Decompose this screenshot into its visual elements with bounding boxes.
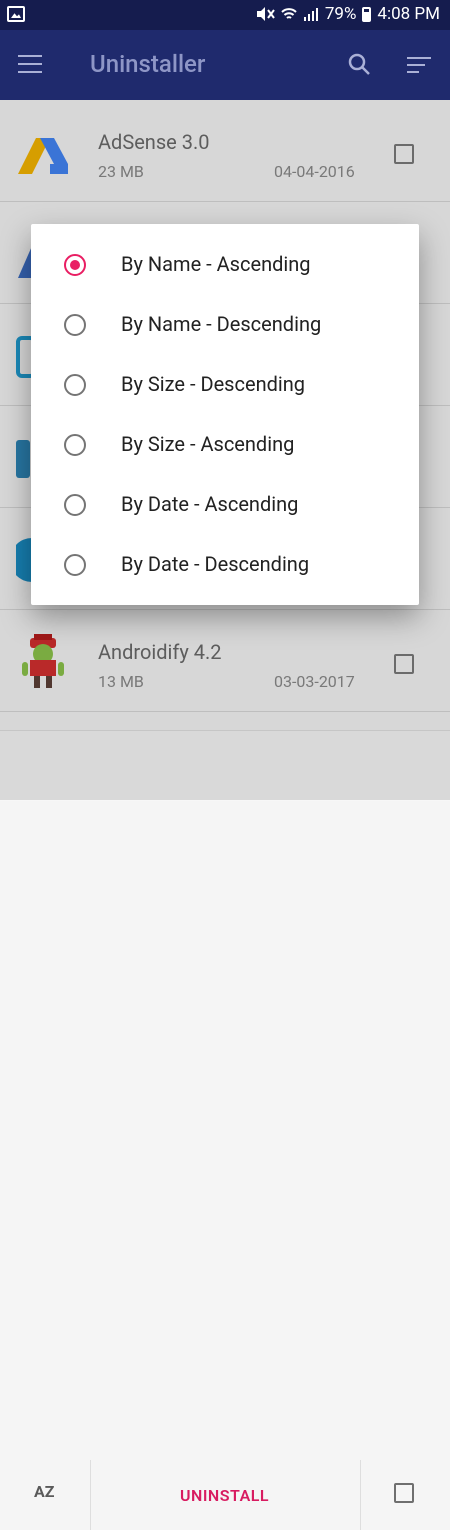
sort-option-label: By Size - Descending: [121, 372, 306, 396]
signal-icon: [303, 8, 318, 21]
wifi-icon: [281, 8, 297, 19]
az-sort-label: AZ: [34, 1482, 55, 1501]
sort-option-label: By Date - Descending: [121, 552, 310, 576]
sort-option-label: By Date - Ascending: [121, 492, 299, 516]
divider: [360, 1460, 361, 1530]
select-all-checkbox[interactable]: [394, 1483, 414, 1503]
status-bar: 79% 4:08 PM: [0, 0, 450, 30]
sort-icon[interactable]: [407, 57, 431, 77]
sort-option-label: By Name - Ascending: [121, 252, 311, 276]
sort-option-name-asc[interactable]: By Name - Ascending: [31, 236, 419, 296]
battery-percent: 79%: [324, 4, 357, 24]
sort-option-size-asc[interactable]: By Size - Ascending: [31, 416, 419, 476]
radio-button[interactable]: [64, 494, 86, 516]
app-toolbar: Uninstaller: [0, 30, 450, 100]
sort-option-label: By Name - Descending: [121, 312, 322, 336]
sort-option-label: By Size - Ascending: [121, 432, 295, 456]
sort-dialog: By Name - Ascending By Name - Descending…: [31, 224, 419, 605]
mute-icon: [256, 7, 275, 21]
clock: 4:08 PM: [377, 4, 440, 24]
sort-option-date-asc[interactable]: By Date - Ascending: [31, 476, 419, 536]
search-icon[interactable]: [347, 52, 371, 76]
menu-icon[interactable]: [18, 55, 42, 73]
sort-option-name-desc[interactable]: By Name - Descending: [31, 296, 419, 356]
az-sort-icon[interactable]: AZ: [34, 1482, 54, 1501]
radio-button[interactable]: [64, 314, 86, 336]
radio-button[interactable]: [64, 434, 86, 456]
sort-option-size-desc[interactable]: By Size - Descending: [31, 356, 419, 416]
divider: [90, 1460, 91, 1530]
gallery-icon: [7, 6, 25, 22]
uninstall-button[interactable]: UNINSTALL: [180, 1486, 269, 1505]
radio-button[interactable]: [64, 254, 86, 276]
radio-button[interactable]: [64, 554, 86, 576]
status-icons: 79% 4:08 PM: [255, 4, 440, 24]
radio-button[interactable]: [64, 374, 86, 396]
sort-option-date-desc[interactable]: By Date - Descending: [31, 536, 419, 596]
battery-icon: [362, 6, 372, 22]
app-title: Uninstaller: [90, 50, 206, 78]
